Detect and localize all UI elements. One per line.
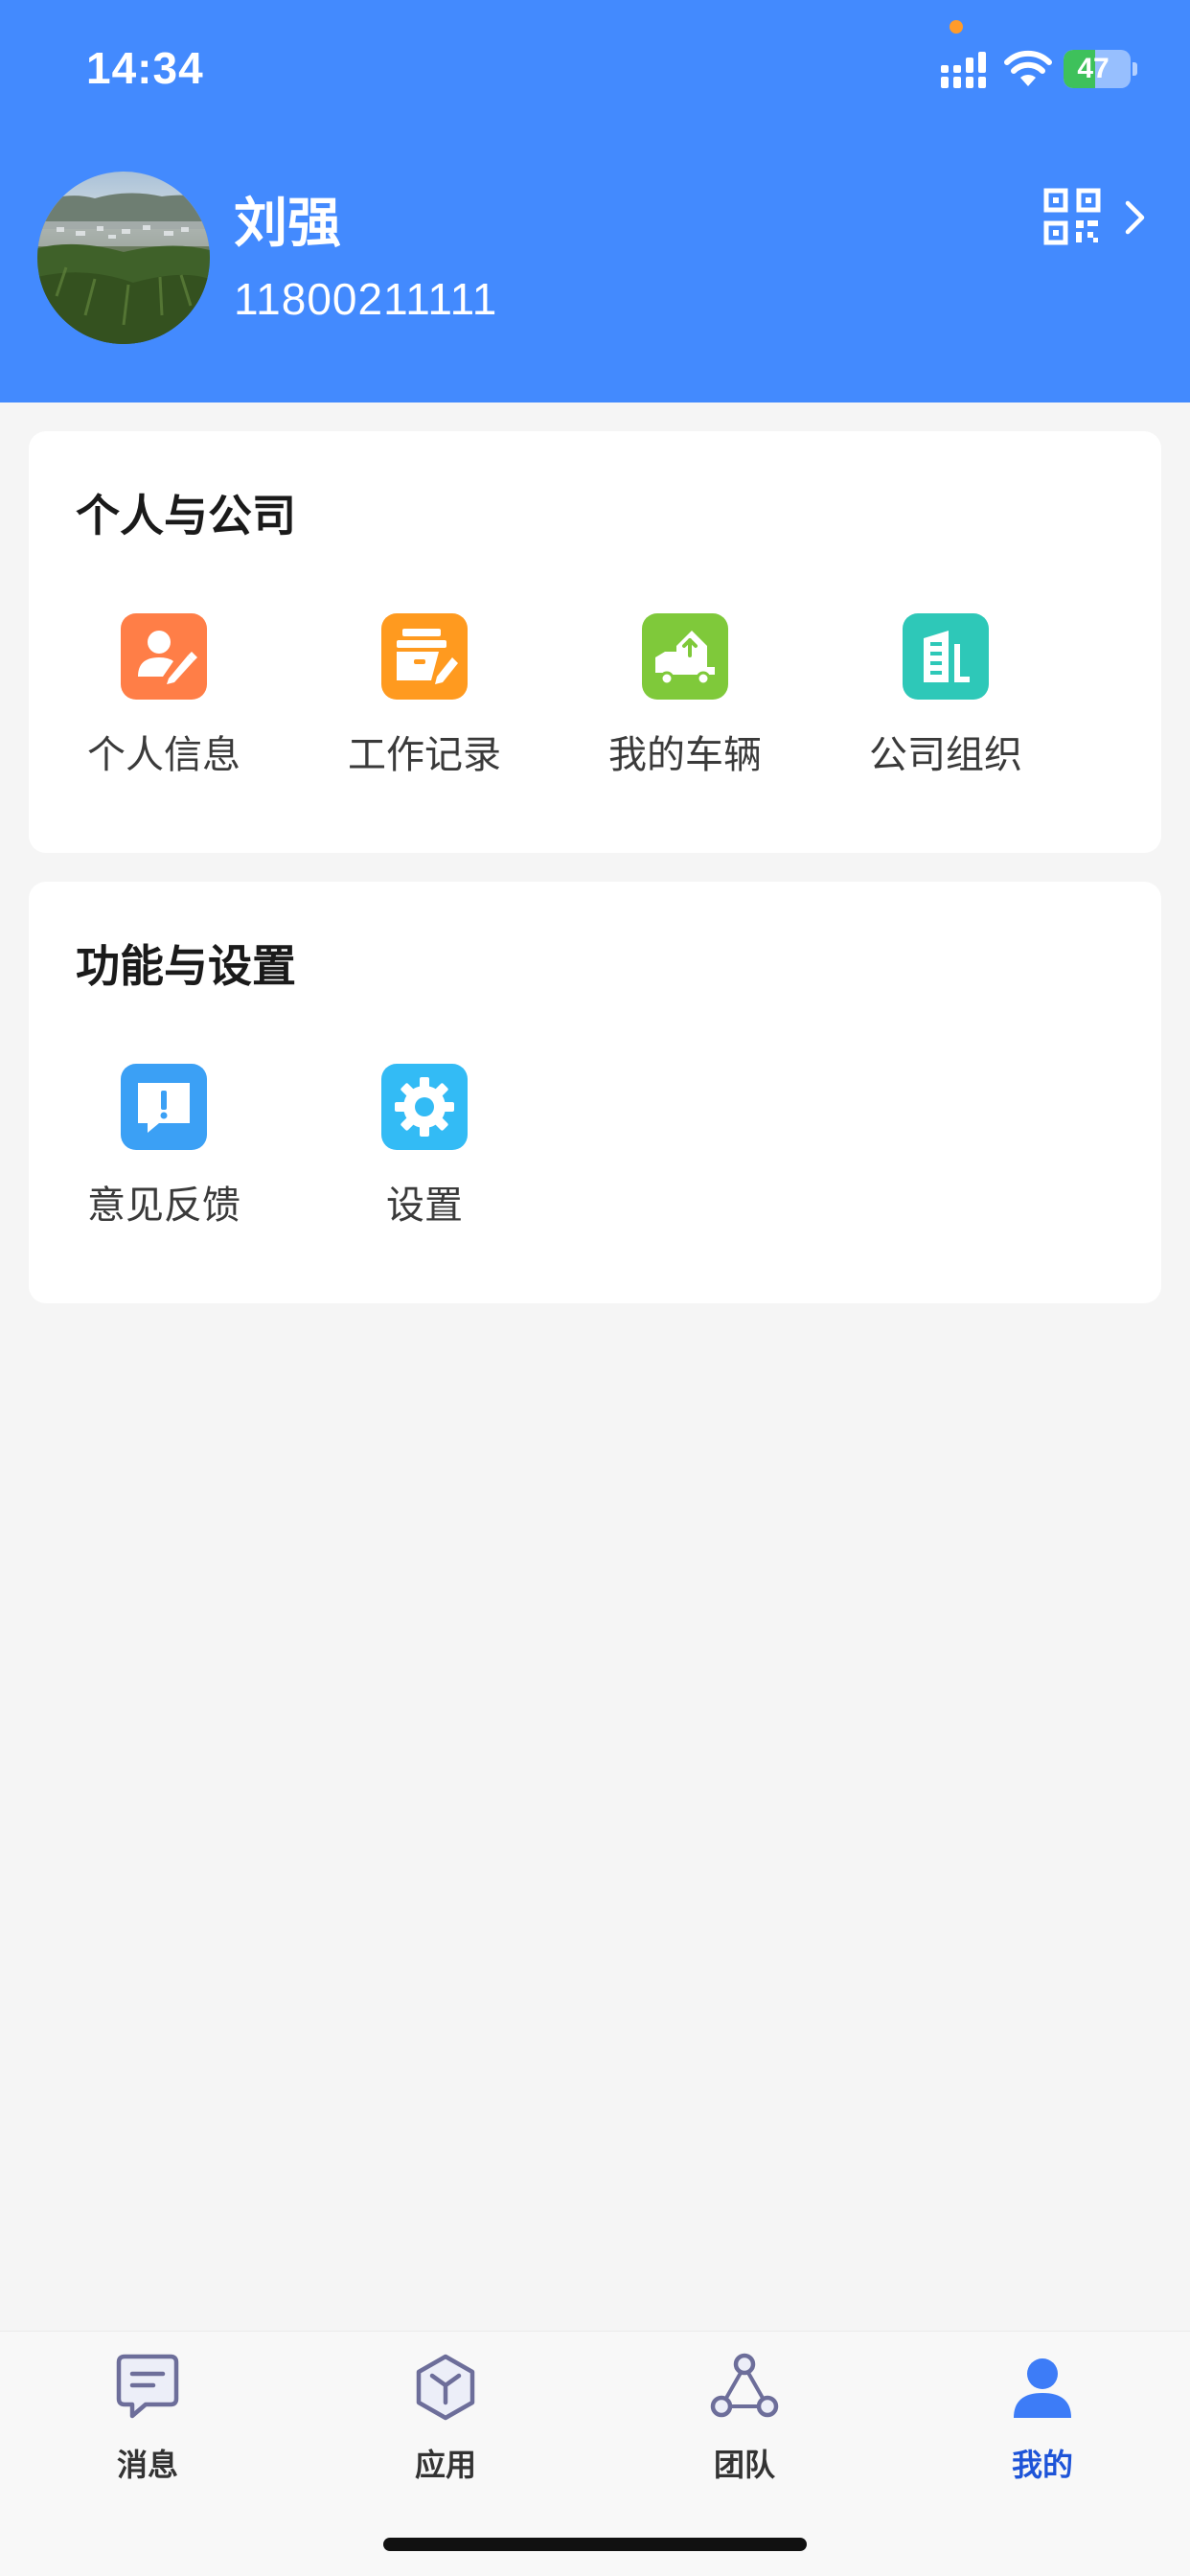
personal-info-icon [121, 613, 207, 700]
battery-percent: 47 [1077, 53, 1110, 84]
section-title: 个人与公司 [76, 490, 296, 541]
menu-item-my-vehicle[interactable]: 我的车辆 [550, 613, 811, 786]
tab-label: 我的 [1011, 2447, 1073, 2483]
menu-item-settings[interactable]: 设置 [289, 1064, 550, 1236]
home-indicator [383, 2538, 807, 2551]
menu-item-personal-info[interactable]: 个人信息 [29, 613, 289, 786]
team-icon [710, 2353, 779, 2418]
profile-header: 14:34 47 刘强 11800211111 [0, 0, 1190, 402]
battery-indicator: 47 [1064, 50, 1137, 88]
tab-apps[interactable]: 应用 [350, 2353, 541, 2487]
vehicle-icon [642, 613, 728, 700]
privacy-indicator-dot [950, 20, 963, 34]
work-record-icon [381, 613, 468, 700]
menu-item-label: 工作记录 [348, 733, 501, 777]
tab-messages[interactable]: 消息 [52, 2353, 243, 2487]
qr-code-icon[interactable] [1043, 188, 1101, 245]
cellular-signal-icon [941, 52, 986, 88]
section-features-settings: 功能与设置 意见反馈 设置 [29, 882, 1161, 1303]
tab-mine[interactable]: 我的 [947, 2353, 1138, 2487]
menu-item-company-org[interactable]: 公司组织 [811, 613, 1071, 786]
company-icon [903, 613, 989, 700]
section-title: 功能与设置 [76, 940, 296, 992]
message-icon [116, 2354, 179, 2419]
avatar-landscape-image [37, 193, 210, 344]
menu-item-label: 意见反馈 [87, 1184, 240, 1228]
menu-item-label: 个人信息 [87, 733, 240, 777]
menu-item-label: 公司组织 [869, 733, 1022, 777]
menu-item-feedback[interactable]: 意见反馈 [29, 1064, 289, 1236]
profile-person-icon [1014, 2358, 1071, 2418]
settings-gear-icon [381, 1064, 468, 1150]
menu-item-work-record[interactable]: 工作记录 [289, 613, 550, 786]
status-time: 14:34 [86, 43, 204, 93]
feedback-icon [121, 1064, 207, 1150]
menu-item-label: 设置 [386, 1184, 463, 1228]
user-name: 刘强 [234, 193, 341, 255]
tab-label: 应用 [414, 2447, 476, 2483]
tab-label: 团队 [713, 2447, 775, 2483]
tab-label: 消息 [116, 2447, 178, 2483]
tab-team[interactable]: 团队 [649, 2353, 840, 2487]
section-personal-company: 个人与公司 个人信息 工作记录 我的车辆 公司组织 [29, 431, 1161, 853]
chevron-right-icon[interactable] [1123, 199, 1148, 236]
avatar[interactable] [37, 172, 210, 344]
apps-cube-icon [416, 2354, 475, 2421]
wifi-icon [1004, 50, 1052, 86]
menu-item-label: 我的车辆 [608, 733, 762, 777]
user-phone: 11800211111 [234, 274, 498, 324]
